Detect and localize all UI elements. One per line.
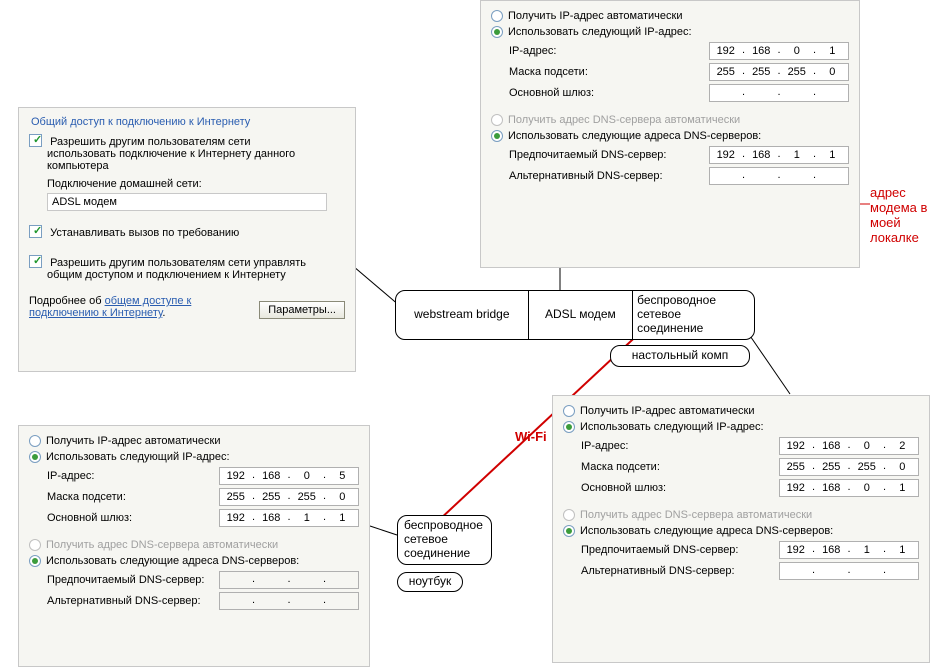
mask-label: Маска подсети: (509, 66, 709, 78)
wireless-box-notebook: беспроводное сетевое соединение (397, 515, 492, 565)
use-dns-radio[interactable]: Использовать следующие адреса DNS-сервер… (29, 554, 359, 568)
auto-dns-radio: Получить адрес DNS-сервера автоматически (563, 508, 919, 522)
auto-dns-radio: Получить адрес DNS-сервера автоматически (29, 538, 359, 552)
auto-ip-radio[interactable]: Получить IP-адрес автоматически (491, 9, 849, 23)
home-conn-label: Подключение домашней сети: (47, 178, 345, 190)
params-button[interactable]: Параметры... (259, 301, 345, 319)
use-ip-radio[interactable]: Использовать следующий IP-адрес: (491, 25, 849, 39)
sharing-panel: Общий доступ к подключению к Интернету Р… (18, 107, 356, 372)
ip-label: IP-адрес: (581, 440, 779, 452)
top-ip-panel: Получить IP-адрес автоматически Использо… (480, 0, 860, 268)
ip-label: IP-адрес: (47, 470, 219, 482)
mask-field[interactable]: 255.255.255.0 (779, 458, 919, 476)
alt-dns-field[interactable]: ... (219, 592, 359, 610)
more-about-link-2[interactable]: подключению к Интернету (29, 307, 162, 319)
dial-on-demand-checkbox[interactable] (29, 227, 47, 239)
sharing-title: Общий доступ к подключению к Интернету (29, 114, 345, 132)
home-conn-select[interactable]: ADSL модем (47, 193, 327, 211)
use-ip-radio[interactable]: Использовать следующий IP-адрес: (563, 420, 919, 434)
ip-field[interactable]: 192.168.0.5 (219, 467, 359, 485)
allow-control-label-1: Разрешить другим пользователям сети упра… (50, 257, 306, 269)
allow-control-checkbox[interactable] (29, 257, 47, 269)
pref-dns-label: Предпочитаемый DNS-сервер: (509, 149, 709, 161)
gateway-label: Основной шлюз: (47, 512, 219, 524)
gateway-label: Основной шлюз: (581, 482, 779, 494)
alt-dns-label: Альтернативный DNS-сервер: (581, 565, 779, 577)
auto-dns-radio: Получить адрес DNS-сервера автоматически (491, 113, 849, 127)
dial-on-demand-label: Устанавливать вызов по требованию (50, 227, 239, 239)
pref-dns-field[interactable]: ... (219, 571, 359, 589)
pref-dns-field[interactable]: 192.168.1.1 (779, 541, 919, 559)
adsl-box: ADSL модем (529, 291, 633, 339)
gateway-field[interactable]: ... (709, 84, 849, 102)
gateway-field[interactable]: 192.168.1.1 (219, 509, 359, 527)
right-ip-panel: Получить IP-адрес автоматически Использо… (552, 395, 930, 663)
ip-label: IP-адрес: (509, 45, 709, 57)
more-about-prefix: Подробнее об (29, 295, 105, 307)
left-ip-panel: Получить IP-адрес автоматически Использо… (18, 425, 370, 667)
allow-others-label-2: использовать подключение к Интернету дан… (47, 148, 345, 160)
webstream-box: webstream bridge (396, 291, 529, 339)
alt-dns-field[interactable]: ... (779, 562, 919, 580)
alt-dns-field[interactable]: ... (709, 167, 849, 185)
mask-field[interactable]: 255.255.255.0 (709, 63, 849, 81)
wireless-box-desktop: беспроводное сетевое соединение (633, 291, 754, 339)
auto-ip-radio[interactable]: Получить IP-адрес автоматически (29, 434, 359, 448)
allow-others-label-3: компьютера (47, 160, 345, 172)
mask-field[interactable]: 255.255.255.0 (219, 488, 359, 506)
use-dns-radio[interactable]: Использовать следующие адреса DNS-сервер… (491, 129, 849, 143)
notebook-label: ноутбук (397, 572, 463, 592)
use-dns-radio[interactable]: Использовать следующие адреса DNS-сервер… (563, 524, 919, 538)
pref-dns-label: Предпочитаемый DNS-сервер: (581, 544, 779, 556)
pref-dns-label: Предпочитаемый DNS-сервер: (47, 574, 219, 586)
alt-dns-label: Альтернативный DNS-сервер: (47, 595, 219, 607)
ip-field[interactable]: 192.168.0.2 (779, 437, 919, 455)
ip-field[interactable]: 192.168.0.1 (709, 42, 849, 60)
desktop-connections-group: webstream bridge ADSL модем беспроводное… (395, 290, 755, 340)
gateway-field[interactable]: 192.168.0.1 (779, 479, 919, 497)
desktop-label: настольный комп (610, 345, 750, 367)
more-about-link[interactable]: общем доступе к (105, 295, 192, 307)
allow-others-label-1: Разрешить другим пользователям сети (50, 136, 250, 148)
mask-label: Маска подсети: (581, 461, 779, 473)
gateway-label: Основной шлюз: (509, 87, 709, 99)
pref-dns-field[interactable]: 192.168.1.1 (709, 146, 849, 164)
allow-others-checkbox[interactable] (29, 136, 47, 148)
mask-label: Маска подсети: (47, 491, 219, 503)
alt-dns-label: Альтернативный DNS-сервер: (509, 170, 709, 182)
modem-address-callout: адрес модема в моей локалке (870, 186, 927, 246)
allow-control-label-2: общим доступом и подключением к Интернет… (47, 269, 345, 281)
use-ip-radio[interactable]: Использовать следующий IP-адрес: (29, 450, 359, 464)
wifi-label: Wi-Fi (515, 430, 547, 445)
auto-ip-radio[interactable]: Получить IP-адрес автоматически (563, 404, 919, 418)
